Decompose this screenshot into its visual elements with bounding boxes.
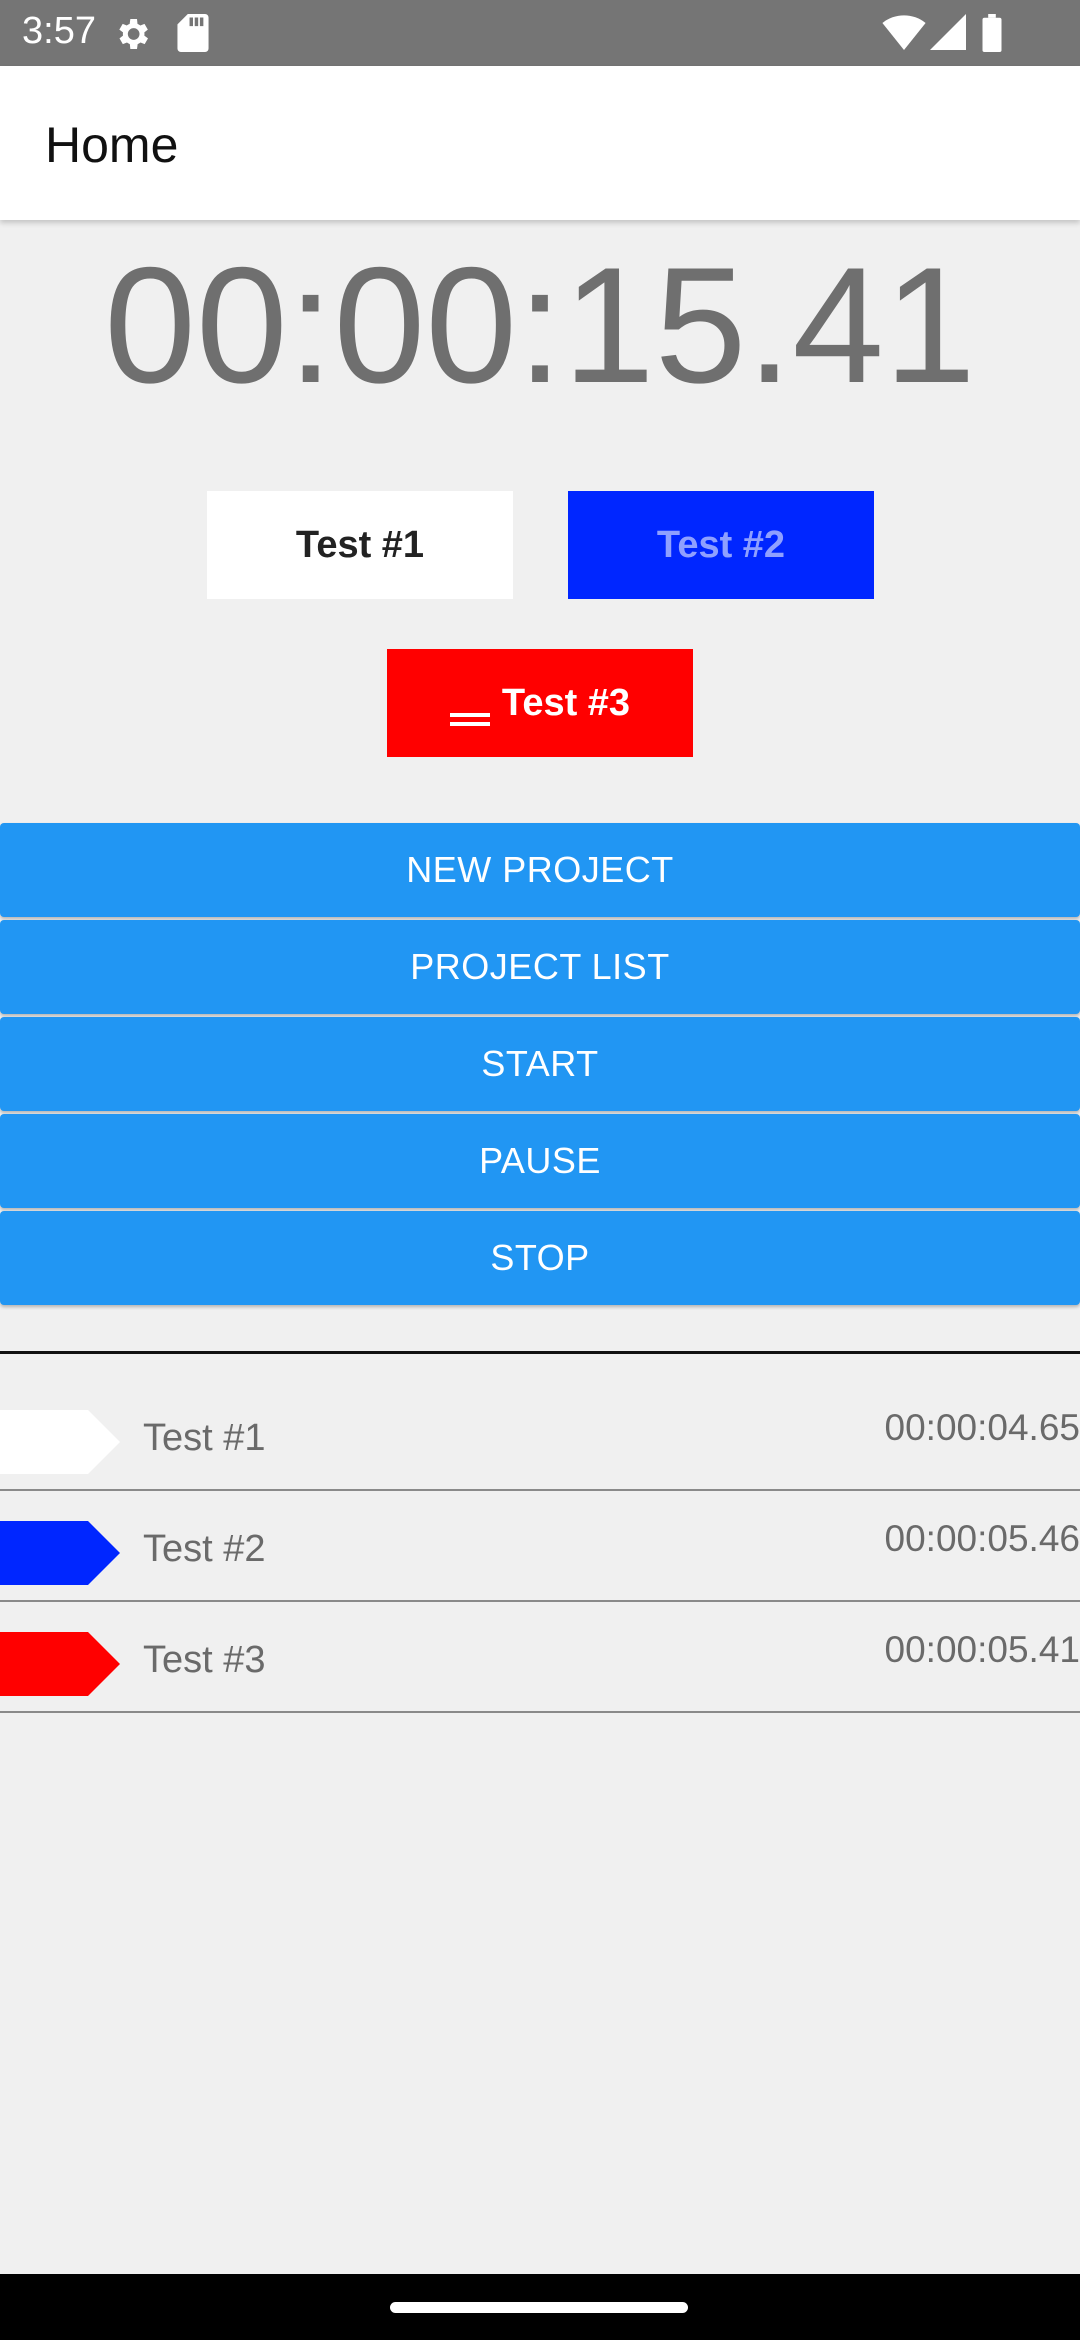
project-name: Test #2 — [143, 1528, 266, 1570]
project-chip-test-2[interactable]: Test #2 — [568, 491, 874, 599]
pause-button[interactable]: PAUSE — [0, 1114, 1080, 1208]
project-list-label: PROJECT LIST — [410, 946, 670, 987]
chip-label: Test #1 — [295, 523, 425, 566]
project-time: 00:00:05.46 — [884, 1518, 1080, 1559]
home-gesture-handle[interactable] — [390, 2302, 688, 2313]
project-chip-test-1[interactable]: Test #1 — [207, 491, 513, 599]
stop-button[interactable]: STOP — [0, 1211, 1080, 1305]
start-label: START — [481, 1043, 599, 1084]
color-flag-icon — [0, 1521, 120, 1585]
pause-label: PAUSE — [479, 1140, 601, 1181]
project-row-test-1[interactable]: Test #1 00:00:04.65 — [0, 1379, 1080, 1491]
start-button[interactable]: START — [0, 1017, 1080, 1111]
new-project-button[interactable]: NEW PROJECT — [0, 823, 1080, 917]
chip-label: Test #2 — [656, 523, 786, 566]
color-flag-icon — [0, 1632, 120, 1696]
chip-label: Test #3 — [501, 681, 631, 724]
project-time: 00:00:05.41 — [884, 1629, 1080, 1670]
project-list-button[interactable]: PROJECT LIST — [0, 920, 1080, 1014]
project-name: Test #1 — [143, 1417, 266, 1459]
list-divider — [0, 1351, 1080, 1354]
signal-icon — [930, 14, 966, 55]
new-project-label: NEW PROJECT — [406, 849, 674, 890]
status-bar: 3:57 — [0, 0, 1080, 66]
wifi-icon — [882, 14, 926, 55]
sd-card-icon — [176, 14, 210, 57]
stop-label: STOP — [490, 1237, 590, 1278]
color-flag-icon — [0, 1410, 120, 1474]
status-time: 3:57 — [22, 10, 96, 52]
page-title: Home — [45, 117, 179, 173]
project-name: Test #3 — [143, 1639, 266, 1681]
project-row-test-3[interactable]: Test #3 00:00:05.41 — [0, 1601, 1080, 1713]
battery-icon — [982, 14, 1002, 57]
elapsed-timer: 00:00:15.41 — [104, 233, 976, 417]
menu-icon — [449, 695, 490, 726]
project-time: 00:00:04.65 — [884, 1407, 1080, 1448]
settings-icon — [112, 14, 152, 59]
app-bar: Home — [0, 66, 1080, 220]
project-row-test-2[interactable]: Test #2 00:00:05.46 — [0, 1490, 1080, 1602]
project-chip-test-3[interactable]: Test #3 — [387, 649, 693, 757]
